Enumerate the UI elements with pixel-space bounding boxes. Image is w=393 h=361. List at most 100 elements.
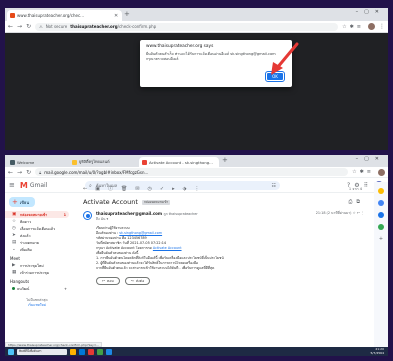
archive-icon[interactable]: ▣ <box>95 186 100 192</box>
online-status-icon <box>12 287 15 290</box>
tab-label: ยูทิลิตี้ครูไทยแลนด์ <box>79 159 110 164</box>
sidebar-item-label: ติดดาว <box>20 219 32 224</box>
body-text: วันที่สมัครสมาชิก วันที่ 2021-07-05 07:2… <box>96 241 167 245</box>
reply-button[interactable]: ↩ ตอบ <box>96 277 120 285</box>
meet-item[interactable]: ▶ การประชุมใหม่ <box>5 262 69 269</box>
gmail-logo[interactable]: M Gmail <box>20 181 47 190</box>
url-field[interactable]: 🔒︎ mail.google.com/mail/u/0/?ogbl#inbox/… <box>35 168 349 176</box>
edge-icon[interactable] <box>79 348 85 355</box>
hangouts-user-row[interactable]: ธนวัฒน์ + <box>5 285 75 292</box>
meet-item-label: เข้าร่วมการประชุม <box>20 270 50 275</box>
main-menu-icon[interactable]: ≡ <box>9 181 15 189</box>
keyboard-icon: ▦ <box>12 270 17 275</box>
tab-welcome[interactable]: Welcome <box>7 157 67 167</box>
site-favicon-icon <box>10 159 15 165</box>
side-apps-panel: + <box>374 182 388 356</box>
back-icon[interactable]: ← <box>8 169 13 176</box>
inbox-label-chip[interactable]: กล่องจดหมายเข้า <box>141 199 171 205</box>
top-browser-window: www.thaisuprateacher.org/chec... ✕ + –▢✕… <box>5 8 388 150</box>
forward-icon[interactable]: → <box>17 169 22 176</box>
star-icon[interactable]: ☆ <box>353 211 356 215</box>
draft-icon: ▤ <box>12 240 17 245</box>
delete-icon[interactable]: 🗑︎ <box>121 186 127 192</box>
meet-item[interactable]: ▦ เข้าร่วมการประชุม <box>5 269 69 276</box>
body-text: 2. ผู้ที่ยืนยันตัวตนของท่านแล้วจะได้รับส… <box>96 261 199 265</box>
sidebar-item-count: 1 <box>63 212 66 217</box>
report-spam-icon[interactable]: ⓘ <box>108 185 113 192</box>
calendar-icon[interactable] <box>378 188 384 194</box>
start-icon[interactable] <box>8 348 14 355</box>
taskbar-search-field[interactable]: พิมพ์ที่นี่เพื่อค้นหา <box>17 348 67 355</box>
red-arrow-annotation <box>271 42 299 75</box>
hangouts-user-name: ธนวัฒน์ <box>17 286 30 291</box>
word-icon[interactable] <box>106 348 112 355</box>
chrome-icon[interactable] <box>97 348 103 355</box>
site-favicon-icon <box>72 159 77 165</box>
add-addon-icon[interactable]: + <box>379 236 383 242</box>
reload-icon[interactable]: ↻ <box>26 169 31 176</box>
sidebar-item[interactable]: ⌄ เพิ่มเติม <box>5 246 69 253</box>
email-body: เรียนท่านผู้ใช้งานระบบ อีเมล์ของท่าน : s… <box>96 226 366 271</box>
recipient-text: ถึง ฉัน <box>96 217 106 221</box>
address-bar-row: ← → ↻ 🔒︎ mail.google.com/mail/u/0/?ogbl#… <box>5 167 388 178</box>
add-task-icon[interactable]: ✓ <box>160 186 164 192</box>
recipient-line[interactable]: ถึง ฉัน ▾ <box>96 217 198 222</box>
mark-unread-icon[interactable]: ✉ <box>135 186 139 192</box>
tab-utility[interactable]: ยูทิลิตี้ครูไทยแลนด์ <box>69 157 137 167</box>
sidebar-item-label: เลื่อนการแจ้งเตือนแล้ว <box>20 226 56 231</box>
sidebar-item[interactable]: ☆ ติดดาว <box>5 218 69 225</box>
gmail-favicon-icon <box>142 159 147 165</box>
new-tab-icon[interactable]: + <box>222 156 228 165</box>
email-subject: Activate Account <box>83 198 138 206</box>
profile-avatar[interactable] <box>378 168 385 176</box>
email-link[interactable]: sk.singthong@gmail.com <box>119 231 162 235</box>
windows-taskbar: พิมพ์ที่นี่เพื่อค้นหา 21:20 5/7/2564 <box>5 347 388 356</box>
tab-label: Welcome <box>17 159 35 165</box>
tab-label: Activate Account - sk.singthong... <box>149 159 213 165</box>
snooze-icon[interactable]: ◷ <box>148 186 152 192</box>
new-chat-link[interactable]: เริ่มแชทใหม่ <box>5 303 69 308</box>
star-icon: ☆ <box>12 219 17 224</box>
move-to-icon[interactable]: ▸ <box>172 186 175 192</box>
clock-date: 5/7/2564 <box>370 350 384 355</box>
file-explorer-icon[interactable] <box>70 348 76 355</box>
email-view: Activate Account กล่องจดหมายเข้า ⎙⧉ thai… <box>83 197 366 285</box>
add-chat-icon[interactable]: + <box>64 287 67 291</box>
plus-icon: + <box>12 198 18 206</box>
sidebar-item-label: กล่องจดหมายเข้า <box>20 212 48 217</box>
contacts-icon[interactable] <box>378 224 384 230</box>
tab-strip: Welcome ยูทิลิตี้ครูไทยแลนด์ Activate Ac… <box>5 155 388 167</box>
sidebar-item[interactable]: ▤ ร่างจดหมาย <box>5 239 69 246</box>
tab-gmail[interactable]: Activate Account - sk.singthong... <box>139 157 219 167</box>
pager-text: 1 จาก 4 <box>348 186 362 191</box>
compose-button[interactable]: + เขียน <box>9 197 35 207</box>
more-icon[interactable]: ⋮ <box>194 186 199 192</box>
window-controls[interactable]: –▢✕ <box>356 156 385 162</box>
gmail-sidebar: + เขียน ▣ กล่องจดหมายเข้า 1 ☆ ติดดาว ◷ เลื่อนก… <box>5 194 75 356</box>
bottom-browser-window: Welcome ยูทิลิตี้ครูไทยแลนด์ Activate Ac… <box>5 155 388 356</box>
sender-name: thaisuprateacher@gmail.com <box>96 211 163 216</box>
forward-label: ส่งต่อ <box>135 279 145 283</box>
url-text: mail.google.com/mail/u/0/?ogbl#inbox/FMf… <box>44 169 149 175</box>
tasks-icon[interactable] <box>378 212 384 218</box>
label-icon[interactable]: ⬗ <box>183 186 187 192</box>
open-new-window-icon[interactable]: ⧉ <box>356 199 364 205</box>
body-text: จากที่ยืนยันตัวตนแล้ว จะสามารถเข้าใช้งาน… <box>96 266 215 270</box>
back-to-inbox-icon[interactable]: ← <box>83 186 87 192</box>
sidebar-item[interactable]: ◷ เลื่อนการแจ้งเตือนแล้ว <box>5 225 69 232</box>
taskbar-clock[interactable]: 21:20 5/7/2564 <box>370 347 388 355</box>
reply-icon[interactable]: ↩ <box>357 211 360 215</box>
toolbar-icons[interactable]: ☆✱≡ <box>352 169 374 175</box>
meet-item-label: การประชุมใหม่ <box>20 263 44 268</box>
sidebar-item[interactable]: ➤ ส่งแล้ว <box>5 232 69 239</box>
activate-account-link[interactable]: Activate Account <box>153 246 182 250</box>
forward-button[interactable]: ↪ ส่งต่อ <box>124 277 151 285</box>
gmail-m-icon: M <box>19 180 28 190</box>
app-icon[interactable] <box>88 348 94 355</box>
lock-icon: 🔒︎ <box>39 169 42 175</box>
email-time: 21:18 (2 นาทีที่ผ่านมา) ☆ ↩ ⋮ <box>316 211 364 216</box>
more-icon[interactable]: ⋮ <box>361 211 364 215</box>
clock-icon: ◷ <box>12 226 16 231</box>
keep-icon[interactable] <box>378 200 384 206</box>
sidebar-item[interactable]: ▣ กล่องจดหมายเข้า 1 <box>5 211 69 218</box>
